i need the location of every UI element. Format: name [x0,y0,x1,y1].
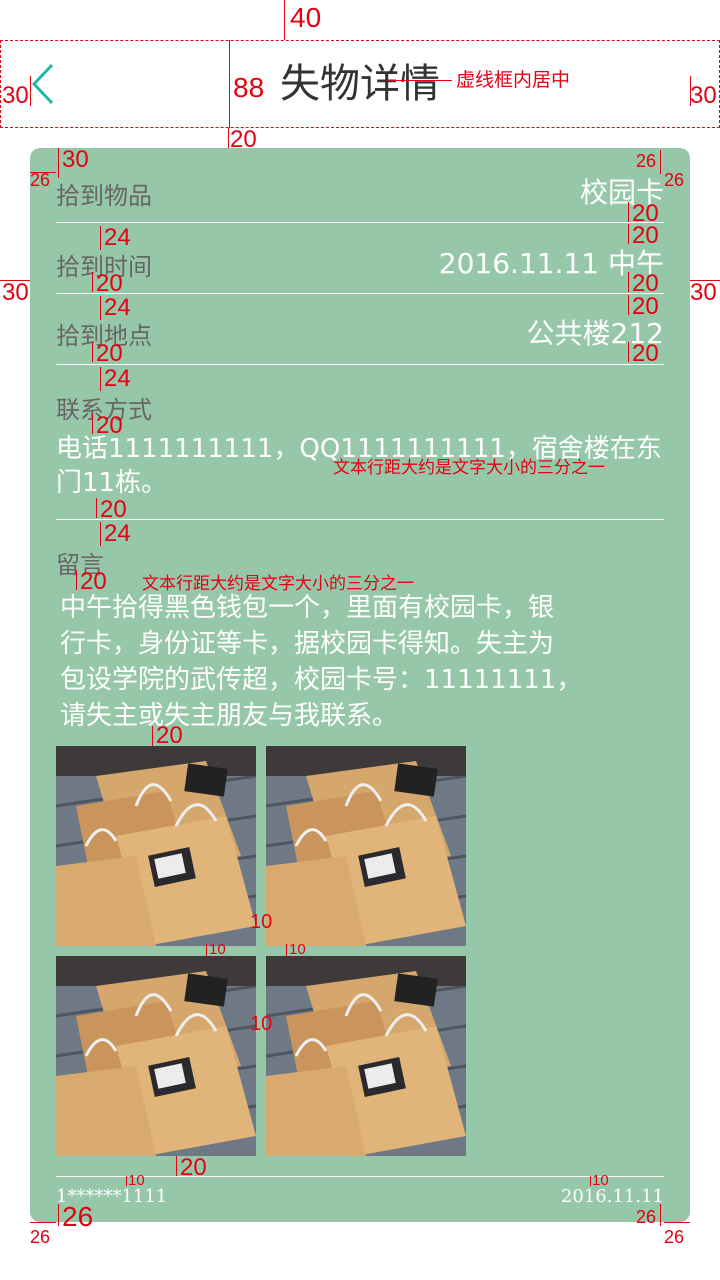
annotation-line [664,1222,690,1223]
annotation-line [284,0,285,40]
annotation-label: 10 [289,941,306,958]
row-divider [56,519,664,520]
shopping-bags-photo [266,746,466,946]
annotation-label: 26 [30,170,51,190]
message-text-line: 行卡，身份证等卡，据校园卡得知。失主为 [60,629,555,659]
row-label-item: 拾到物品 [56,182,152,210]
annotation-line [152,726,153,746]
annotation-line [92,272,93,292]
annotation-label: 40 [290,2,322,33]
annotation-line [58,1204,59,1226]
annotation-label: 30 [2,279,29,306]
photo-thumbnail[interactable] [56,956,256,1156]
annotation-line [628,342,629,362]
message-text-line: 中午拾得黑色钱包一个，里面有校园卡，银 [60,593,555,623]
annotation-label: 26 [664,1227,685,1247]
annotation-label: 26 [664,170,685,190]
annotation-line [660,1204,661,1226]
annotation-label: 10 [209,941,226,958]
annotation-line [76,570,77,590]
annotation-line [628,224,629,244]
annotation-label: 30 [62,146,89,173]
photo-thumbnail[interactable] [266,956,466,1156]
annotation-label: 10 [250,1013,273,1035]
annotation-label: 24 [104,365,131,392]
row-divider [56,293,664,294]
annotation-label: 26 [62,1201,94,1232]
photo-thumbnail[interactable] [56,746,256,946]
annotation-label: 26 [636,151,657,171]
annotation-line [100,367,101,391]
annotation-line [176,1156,177,1176]
annotation-label: 26 [636,1207,657,1227]
annotation-label: 10 [250,911,273,933]
annotation-line [92,414,93,434]
annotation-label: 30 [690,82,717,109]
annotation-line [100,522,101,546]
page-title: 失物详情 [280,61,440,107]
annotation-line [96,498,97,518]
message-text: 中午拾得黑色钱包一个，里面有校园卡，银 行卡，身份证等卡，据校园卡得知。失主为 … [60,590,668,734]
shopping-bags-photo [266,956,466,1156]
shopping-bags-photo [56,746,256,946]
footer-date: 2016.11.11 [560,1186,664,1207]
annotation-label: 26 [30,1227,51,1247]
annotation-line [286,944,287,956]
annotation-label: 20 [632,340,659,367]
annotation-label: 20 [156,722,183,749]
annotation-line [590,1176,591,1186]
photo-thumbnail[interactable] [266,746,466,946]
annotation-note: 虚线框内居中 [456,69,571,91]
annotation-line [628,202,629,222]
annotation-line [30,1222,56,1223]
annotation-label: 20 [96,340,123,367]
footer-divider [56,1176,664,1177]
row-value-time: 2016.11.11 中午 [438,247,664,280]
annotation-label: 24 [104,520,131,547]
annotation-line [58,148,59,178]
annotation-line [92,342,93,362]
annotation-line [628,272,629,292]
annotation-line [206,944,207,956]
annotation-label: 30 [690,279,717,306]
annotation-line [388,80,452,81]
row-divider [56,364,664,365]
shopping-bags-photo [56,956,256,1156]
message-text-line: 包设学院的武传超，校园卡号：11111111， [60,665,583,695]
row-divider [56,222,664,223]
annotation-line [228,128,229,148]
annotation-line [126,1176,127,1186]
annotation-note: 文本行距大约是文字大小的三分之一 [333,458,605,478]
